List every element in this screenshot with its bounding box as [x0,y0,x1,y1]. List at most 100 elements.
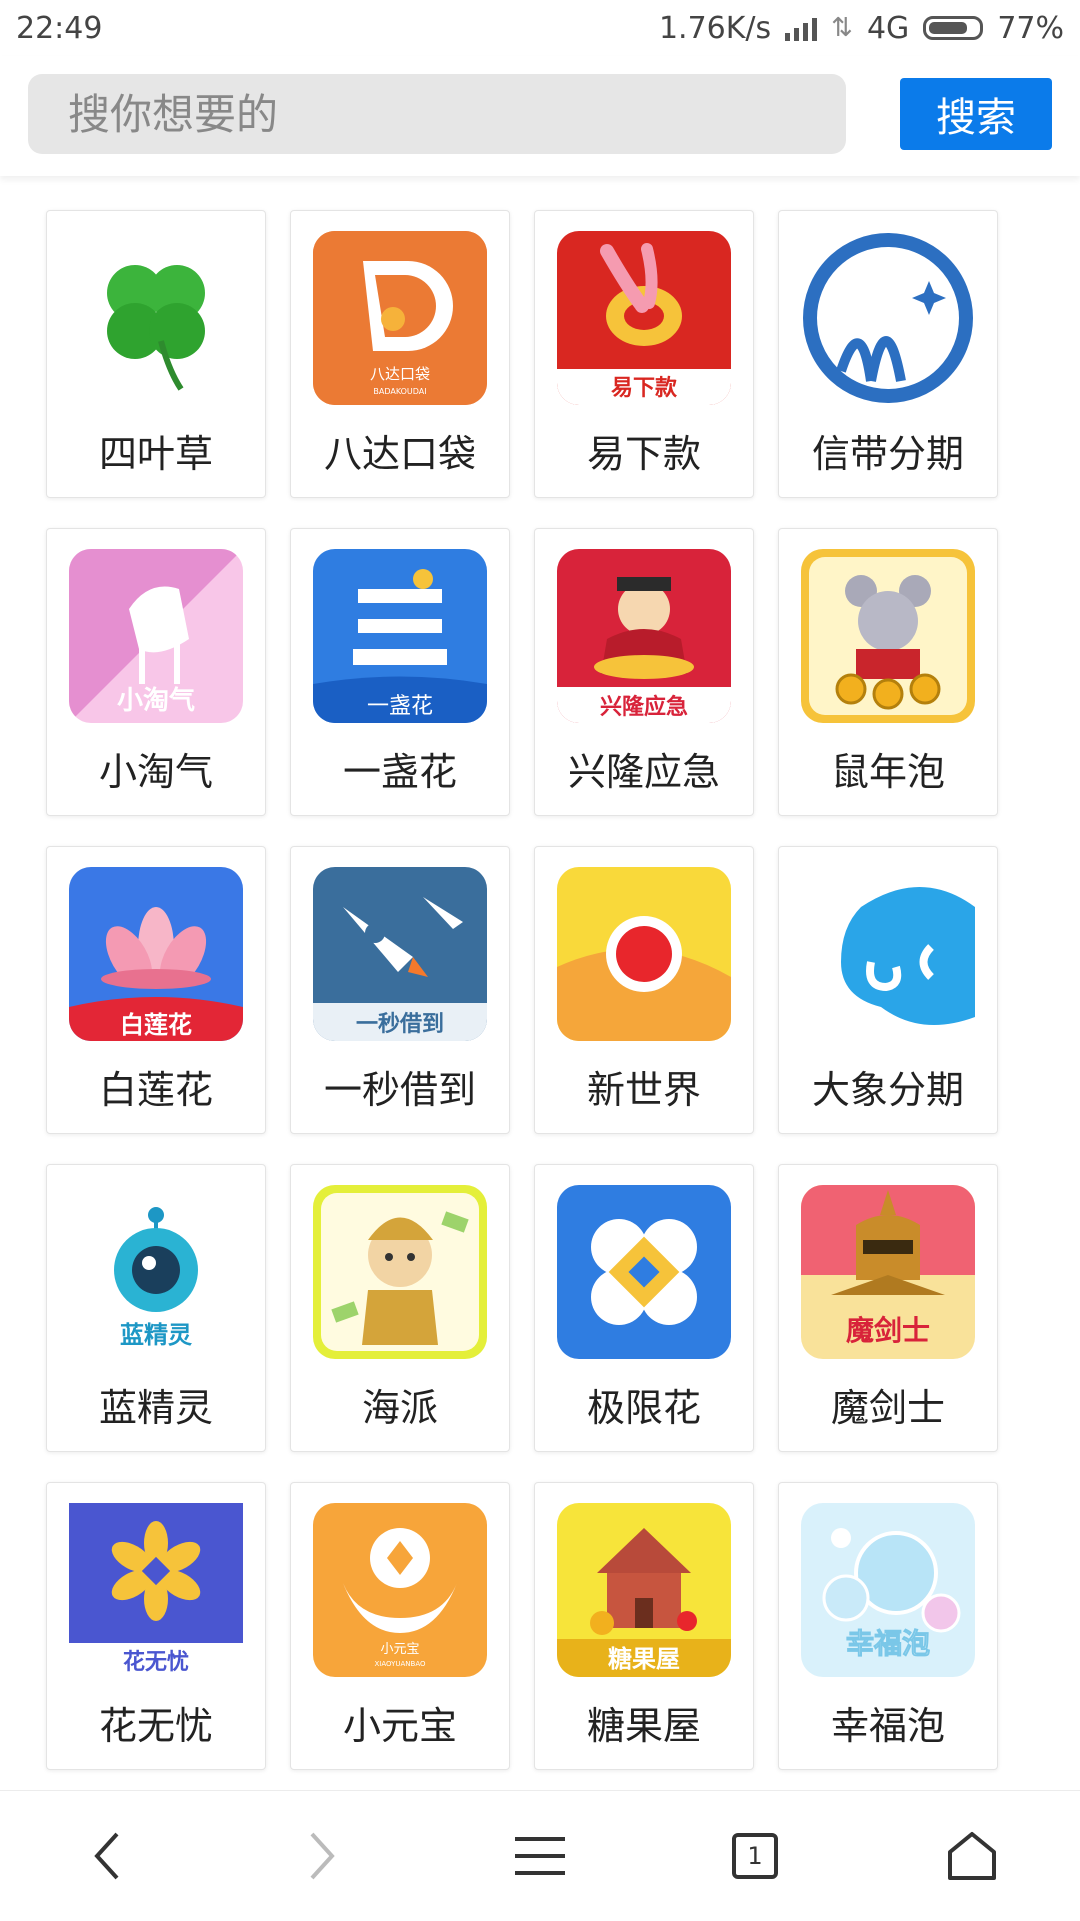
app-name: 八达口袋 [323,432,476,476]
app-name: 糖果屋 [586,1704,701,1748]
signal-icon [785,15,818,41]
lanjingling-icon: 蓝精灵 [69,1185,243,1359]
xingfupao-icon: 幸福泡 [801,1503,975,1677]
home-button[interactable] [922,1811,1022,1901]
bottom-nav: 1 [0,1790,1080,1921]
search-header: 搜索 [0,56,1080,176]
app-grid: 四叶草 八达口袋 BADAKOUDAI 八达口袋 易下款 易下款 信带分期 小淘… [46,210,1006,1770]
haipai-icon [313,1185,487,1359]
app-card-yizhanhua[interactable]: 一盏花 一盏花 [290,528,510,816]
xiaoyuanbao-icon: 小元宝 XIAOYUANBAO [313,1503,487,1677]
svg-text:易下款: 易下款 [611,375,678,401]
forward-button[interactable] [272,1811,372,1901]
app-card-xingfupao[interactable]: 幸福泡 幸福泡 [778,1482,998,1770]
app-name: 海派 [361,1386,438,1430]
icon-label: 八达口袋 [370,365,430,383]
app-card-yixiakuan[interactable]: 易下款 易下款 [534,210,754,498]
app-card-bailianhua[interactable]: 白莲花 白莲花 [46,846,266,1134]
xindai-icon [801,231,975,405]
status-bar: 22:49 1.76K/s ⇅ 4G 77% [0,0,1080,56]
forward-icon [310,1832,335,1880]
svg-text:一秒借到: 一秒借到 [356,1012,444,1037]
network-type: 4G [866,10,910,46]
back-icon [94,1832,119,1880]
battery-percent: 77% [997,10,1064,46]
svg-text:XIAOYUANBAO: XIAOYUANBAO [374,1660,426,1668]
app-card-daxiang[interactable]: 大象分期 [778,846,998,1134]
app-name: 小淘气 [98,750,213,794]
shunianpao-icon [801,549,975,723]
svg-text:白莲花: 白莲花 [120,1011,192,1039]
xinglong-icon: 兴隆应急 [557,549,731,723]
yimiaojiedao-icon: 一秒借到 [313,867,487,1041]
app-card-badakoudai[interactable]: 八达口袋 BADAKOUDAI 八达口袋 [290,210,510,498]
menu-button[interactable] [490,1811,590,1901]
tangguowu-icon: 糖果屋 [557,1503,731,1677]
tabs-icon: 1 [732,1833,778,1879]
app-name: 易下款 [586,432,701,476]
app-card-xindai[interactable]: 信带分期 [778,210,998,498]
app-card-xiaoyuanbao[interactable]: 小元宝 XIAOYUANBAO 小元宝 [290,1482,510,1770]
search-input[interactable] [28,74,846,154]
app-name: 白莲花 [98,1068,213,1112]
tab-count: 1 [747,1842,763,1870]
xinshijie-icon [557,867,731,1041]
status-indicators: 1.76K/s ⇅ 4G 77% [659,11,1064,46]
yixiakuan-icon: 易下款 [557,231,731,405]
menu-icon [515,1837,565,1875]
app-name: 幸福泡 [830,1704,945,1748]
app-card-tangguowu[interactable]: 糖果屋 糖果屋 [534,1482,754,1770]
battery-icon [923,16,984,40]
mojianshi-icon: 魔剑士 [801,1185,975,1359]
svg-text:幸福泡: 幸福泡 [846,1627,930,1660]
home-icon [948,1832,996,1880]
svg-text:糖果屋: 糖果屋 [608,1645,680,1673]
app-card-mojianshi[interactable]: 魔剑士 魔剑士 [778,1164,998,1452]
app-name: 一秒借到 [323,1068,476,1112]
yizhanhua-icon: 一盏花 [313,549,487,723]
app-card-xinshijie[interactable]: 新世界 [534,846,754,1134]
huawuyou-icon: 花无忧 [69,1503,243,1677]
app-name: 兴隆应急 [567,750,720,794]
back-button[interactable] [57,1811,157,1901]
app-name: 新世界 [586,1068,701,1112]
bailianhua-icon: 白莲花 [69,867,243,1041]
app-name: 一盏花 [342,750,457,794]
svg-text:一盏花: 一盏花 [367,694,433,719]
app-card-lanjingling[interactable]: 蓝精灵 蓝精灵 [46,1164,266,1452]
app-name: 极限花 [586,1386,701,1430]
app-name: 大象分期 [811,1068,964,1112]
svg-text:蓝精灵: 蓝精灵 [120,1321,192,1349]
jixianhua-icon [557,1185,731,1359]
svg-text:小淘气: 小淘气 [117,685,195,716]
app-card-haipai[interactable]: 海派 [290,1164,510,1452]
net-speed: 1.76K/s [658,10,772,46]
svg-text:兴隆应急: 兴隆应急 [600,694,688,720]
data-arrows-icon: ⇅ [831,13,853,43]
app-card-jixianhua[interactable]: 极限花 [534,1164,754,1452]
app-card-xiaotaoqi[interactable]: 小淘气 小淘气 [46,528,266,816]
badakoudai-icon: 八达口袋 BADAKOUDAI [313,231,487,405]
app-card-yimiaojiedao[interactable]: 一秒借到 一秒借到 [290,846,510,1134]
tabs-button[interactable]: 1 [705,1811,805,1901]
status-time: 22:49 [16,10,103,46]
app-card-shunianpao[interactable]: 鼠年泡 [778,528,998,816]
app-name: 魔剑士 [830,1386,945,1430]
app-card-siyecao[interactable]: 四叶草 [46,210,266,498]
app-name: 小元宝 [342,1704,457,1748]
svg-text:小元宝: 小元宝 [380,1642,419,1657]
icon-sublabel: BADAKOUDAI [373,387,426,396]
app-name: 四叶草 [98,432,213,476]
svg-text:花无忧: 花无忧 [123,1649,189,1675]
daxiang-icon [801,867,975,1041]
search-button[interactable]: 搜索 [900,78,1052,150]
xiaotaoqi-icon: 小淘气 [69,549,243,723]
svg-text:魔剑士: 魔剑士 [846,1314,930,1347]
app-card-xinglong[interactable]: 兴隆应急 兴隆应急 [534,528,754,816]
app-name: 蓝精灵 [98,1386,213,1430]
app-name: 花无忧 [98,1704,213,1748]
app-name: 信带分期 [811,432,964,476]
clover-icon [69,231,243,405]
app-name: 鼠年泡 [830,750,945,794]
app-card-huawuyou[interactable]: 花无忧 花无忧 [46,1482,266,1770]
